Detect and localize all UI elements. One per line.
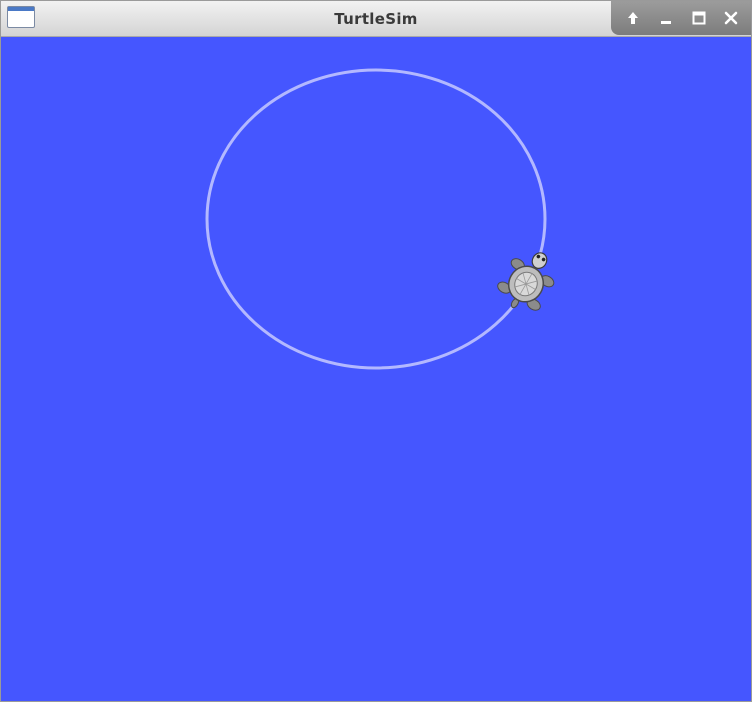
pen-trail-circle: [205, 68, 547, 370]
close-icon: [724, 11, 738, 25]
turtlesim-window: TurtleSim: [0, 0, 752, 702]
shade-up-button[interactable]: [621, 6, 645, 30]
window-controls: [611, 1, 751, 35]
close-button[interactable]: [719, 6, 743, 30]
maximize-button[interactable]: [687, 6, 711, 30]
title-bar[interactable]: TurtleSim: [1, 1, 751, 37]
maximize-icon: [692, 11, 706, 25]
turtle-canvas: [1, 37, 751, 701]
shade-up-icon: [628, 12, 638, 24]
turtle-icon: [497, 252, 555, 311]
minimize-button[interactable]: [654, 6, 678, 30]
minimize-icon: [661, 21, 671, 24]
